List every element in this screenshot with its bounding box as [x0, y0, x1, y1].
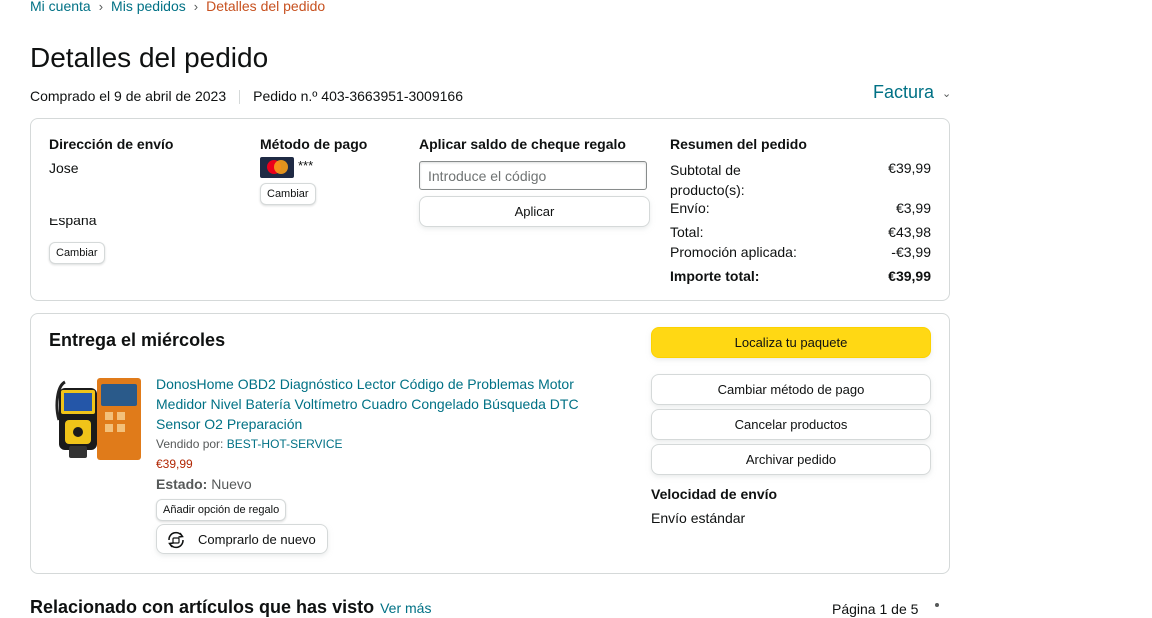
see-more-link[interactable]: Ver más [380, 600, 431, 616]
gift-card-heading: Aplicar saldo de cheque regalo [419, 136, 626, 152]
breadcrumb-separator: › [98, 0, 104, 14]
related-heading: Relacionado con artículos que has visto [30, 597, 375, 617]
summary-row-subtotal: Subtotal de producto(s): €39,99 [670, 160, 931, 200]
product-condition: Estado: Nuevo [156, 476, 252, 492]
payment-heading: Método de pago [260, 136, 368, 152]
buy-again-button[interactable]: Comprarlo de nuevo [156, 524, 328, 554]
shipping-speed-value: Envío estándar [651, 510, 746, 526]
seller-link[interactable]: BEST-HOT-SERVICE [227, 437, 343, 451]
summary-value: -€3,99 [891, 244, 931, 260]
invoice-label: Factura [873, 82, 935, 102]
meta-divider [239, 90, 241, 105]
product-price: €39,99 [156, 457, 193, 471]
breadcrumb-mis-pedidos[interactable]: Mis pedidos [111, 0, 186, 14]
summary-value: €39,99 [888, 160, 931, 176]
sold-by: Vendido por: BEST-HOT-SERVICE [156, 437, 343, 451]
summary-label: Envío: [670, 200, 710, 216]
breadcrumb-current: Detalles del pedido [206, 0, 326, 14]
add-gift-option-button[interactable]: Añadir opción de regalo [156, 499, 287, 521]
change-payment-method-button[interactable]: Cambiar método de pago [651, 374, 931, 405]
related-section: Relacionado con artículos que has visto V… [30, 597, 431, 618]
product-image[interactable] [55, 376, 143, 462]
order-meta: Comprado el 9 de abril de 2023 Pedido n.º… [30, 88, 463, 105]
apply-gift-button[interactable]: Aplicar [419, 196, 650, 227]
condition-label: Estado: [156, 476, 208, 492]
breadcrumb-mi-cuenta[interactable]: Mi cuenta [30, 0, 91, 14]
card-mask: *** [298, 158, 314, 173]
shipping-country: España [49, 218, 97, 228]
summary-row-total: Total: €43,98 [670, 224, 931, 240]
shipping-country-clip: España [49, 218, 169, 231]
shipping-heading: Dirección de envío [49, 136, 174, 152]
summary-value: €43,98 [888, 224, 931, 240]
grand-total-value: €39,99 [888, 268, 931, 284]
change-address-button[interactable]: Cambiar [49, 242, 105, 264]
invoice-dropdown[interactable]: Factura ⌄ [873, 82, 951, 103]
track-package-button[interactable]: Localiza tu paquete [651, 327, 931, 358]
order-number: Pedido n.º 403-3663951-3009166 [253, 88, 463, 104]
summary-label: Promoción aplicada: [670, 244, 797, 260]
product-title-link[interactable]: DonosHome OBD2 Diagnóstico Lector Código… [156, 374, 596, 434]
buy-again-label: Comprarlo de nuevo [198, 532, 316, 547]
cancel-items-button[interactable]: Cancelar productos [651, 409, 931, 440]
summary-row-grand-total: Importe total: €39,99 [670, 268, 931, 284]
summary-row-promotion: Promoción aplicada: -€3,99 [670, 244, 931, 260]
condition-value: Nuevo [211, 476, 252, 492]
summary-label: Subtotal de producto(s): [670, 162, 745, 198]
summary-row-shipping: Envío: €3,99 [670, 200, 931, 216]
shipping-name: Jose [49, 160, 79, 176]
mastercard-icon [260, 157, 294, 178]
purchase-date: Comprado el 9 de abril de 2023 [30, 88, 227, 104]
change-payment-small-button[interactable]: Cambiar [260, 183, 316, 205]
chevron-down-icon: ⌄ [942, 87, 952, 100]
obd2-scanner-icon [55, 376, 143, 462]
buy-again-icon [168, 531, 184, 549]
more-dot-icon[interactable] [935, 603, 939, 607]
archive-order-button[interactable]: Archivar pedido [651, 444, 931, 475]
summary-heading: Resumen del pedido [670, 136, 807, 152]
pagination: Página 1 de 5 [832, 601, 919, 617]
summary-label: Total: [670, 224, 704, 240]
page-title: Detalles del pedido [30, 42, 269, 73]
sold-by-label: Vendido por: [156, 437, 224, 451]
summary-value: €3,99 [895, 200, 931, 216]
shipping-speed-heading: Velocidad de envío [651, 486, 778, 502]
breadcrumb: Mi cuenta › Mis pedidos › Detalles del pedid… [30, 0, 325, 14]
delivery-heading: Entrega el miércoles [49, 330, 226, 350]
grand-total-label: Importe total: [670, 268, 760, 284]
breadcrumb-separator: › [193, 0, 199, 14]
gift-code-input[interactable]: Introduce el código [419, 161, 647, 190]
